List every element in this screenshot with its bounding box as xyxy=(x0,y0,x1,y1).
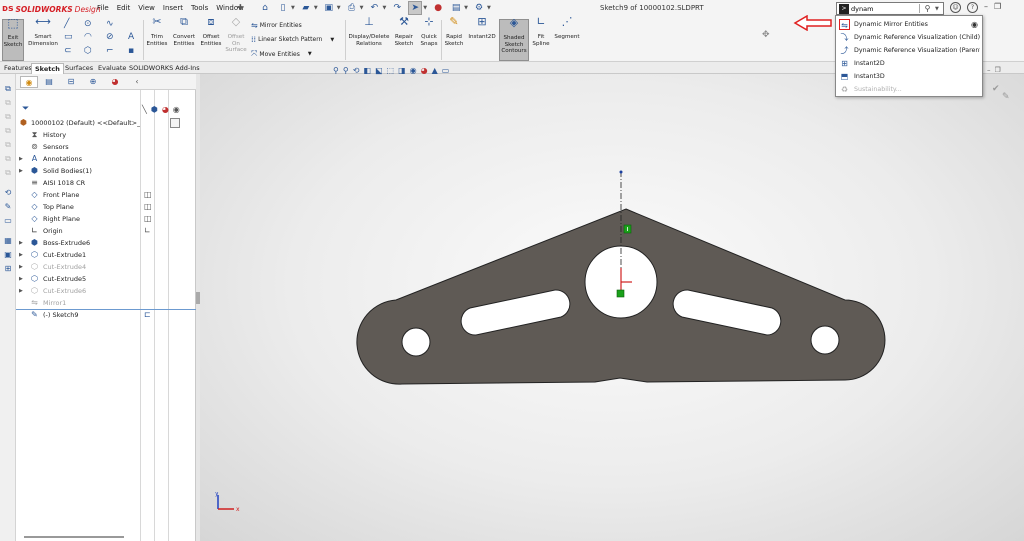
show-command-eye-icon[interactable]: ◉ xyxy=(971,18,978,31)
search-result-label: Instant2D xyxy=(854,60,885,67)
red-pointer-arrow-icon xyxy=(793,15,832,31)
instant2d-icon: ⊞ xyxy=(841,59,848,68)
search-result-item[interactable]: ⊞ Instant2D xyxy=(838,57,980,70)
instant3d-icon: ⬒ xyxy=(840,72,849,81)
search-result-item[interactable]: ⬒ Instant3D xyxy=(838,70,980,83)
dynamic-mirror-icon: ⇋ xyxy=(839,19,850,30)
coordinate-triad-icon: x y xyxy=(215,492,240,513)
centerline-endpoint[interactable] xyxy=(619,170,623,174)
search-result-item: ♻ Sustainability... xyxy=(838,83,980,96)
search-results-dropdown: ⇋ Dynamic Mirror Entities ◉ ⤵ Dynamic Refere… xyxy=(835,15,983,97)
right-end-hole[interactable] xyxy=(810,325,840,355)
search-result-item[interactable]: ⤴ Dynamic Reference Visualization (Parent xyxy=(838,44,981,57)
sustainability-icon: ♻ xyxy=(840,85,849,94)
svg-text:x: x xyxy=(236,506,240,513)
search-result-item[interactable]: ⇋ Dynamic Mirror Entities ◉ xyxy=(838,18,980,31)
reference-parent-icon: ⤴ xyxy=(840,46,849,55)
search-result-label: Instant3D xyxy=(854,73,885,80)
coincident-relation-marker[interactable] xyxy=(616,289,625,298)
reference-child-icon: ⤵ xyxy=(840,33,849,42)
search-result-item[interactable]: ⤵ Dynamic Reference Visualization (Child) xyxy=(838,31,981,44)
left-end-hole[interactable] xyxy=(401,327,431,357)
search-result-label: Sustainability... xyxy=(854,86,902,93)
search-result-label: Dynamic Reference Visualization (Parent xyxy=(854,47,980,54)
search-result-label: Dynamic Mirror Entities xyxy=(854,21,928,28)
search-result-label: Dynamic Reference Visualization (Child) xyxy=(854,34,980,41)
svg-text:y: y xyxy=(215,492,219,497)
